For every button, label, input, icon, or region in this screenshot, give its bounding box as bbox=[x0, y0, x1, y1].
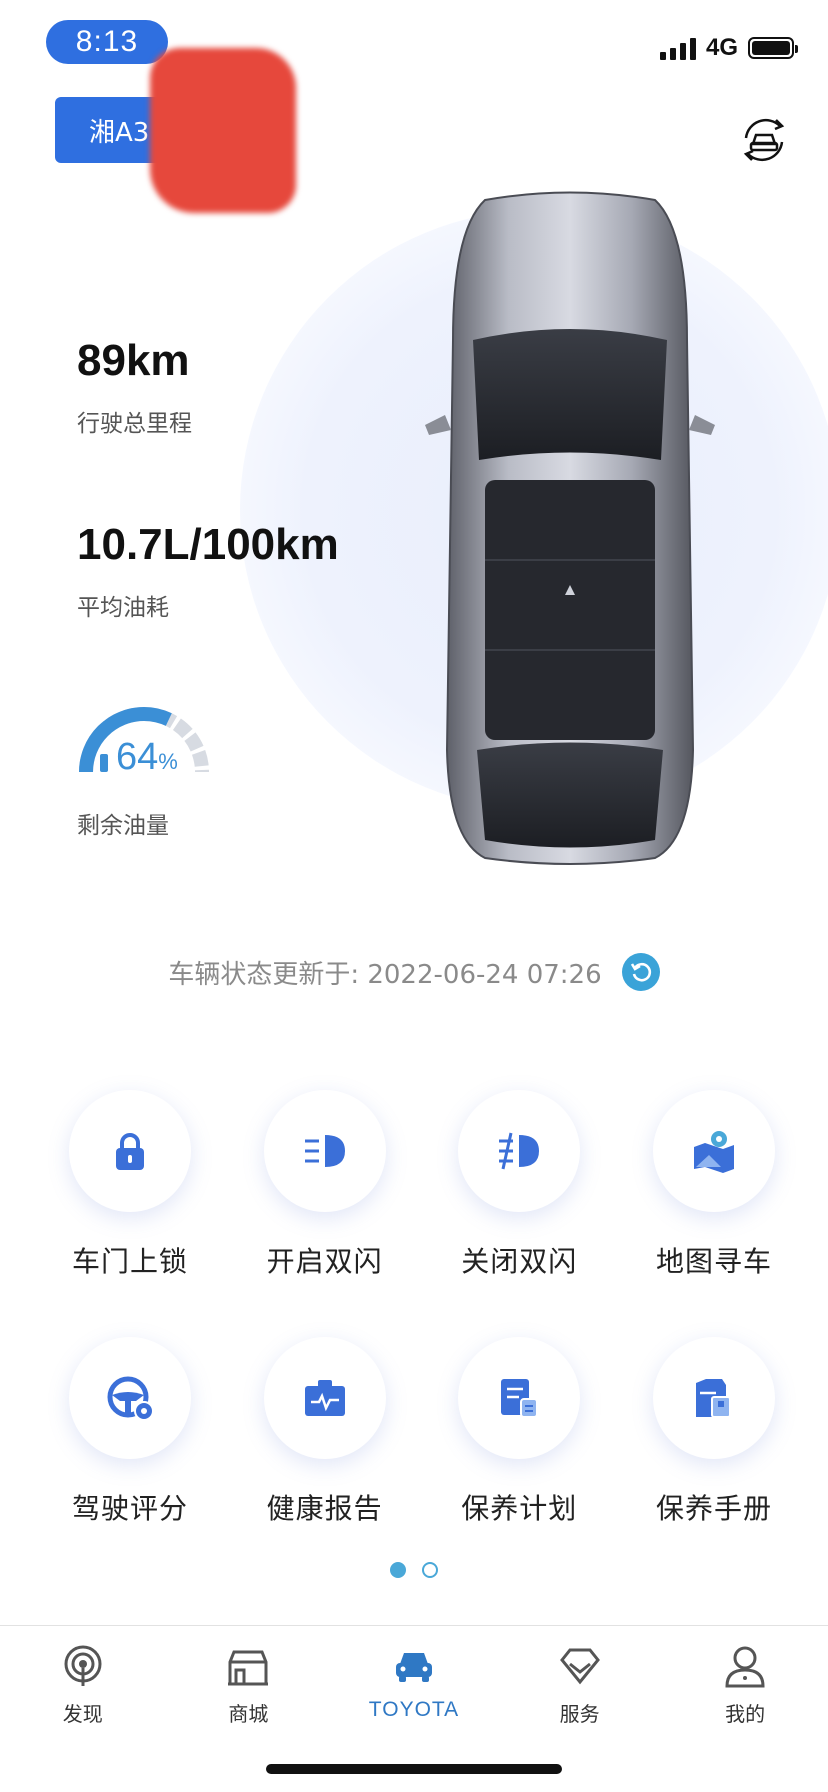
fuel-consumption-value: 10.7L/100km bbox=[77, 520, 339, 569]
health-report-icon bbox=[304, 1380, 345, 1416]
signal-icon bbox=[659, 36, 696, 60]
function-label: 驾驶评分 bbox=[71, 1492, 188, 1525]
bottom-tab-bar: 发现 商城 TOYOTA 服务 我的 bbox=[0, 1625, 828, 1746]
tab-label: 商城 bbox=[228, 1702, 269, 1726]
maintenance-plan-button[interactable]: 保养计划 bbox=[435, 1337, 603, 1527]
function-label: 车门上锁 bbox=[71, 1245, 188, 1278]
maintenance-manual-button[interactable]: 保养手册 bbox=[630, 1337, 798, 1527]
license-plate-text: 湘A3 bbox=[89, 117, 150, 148]
tab-label: 我的 bbox=[725, 1702, 766, 1726]
tab-label: 服务 bbox=[559, 1702, 600, 1726]
refresh-icon bbox=[630, 962, 651, 982]
function-label: 开启双闪 bbox=[266, 1245, 383, 1278]
function-label: 保养计划 bbox=[461, 1492, 578, 1525]
tab-profile[interactable]: 我的 bbox=[662, 1626, 828, 1746]
update-time-text: 车辆状态更新于: 2022-06-24 07:26 bbox=[168, 959, 602, 990]
update-status: 车辆状态更新于: 2022-06-24 07:26 bbox=[0, 953, 828, 991]
page-indicator bbox=[0, 1562, 828, 1578]
function-label: 地图寻车 bbox=[655, 1245, 772, 1278]
fuel-percent: 64% bbox=[116, 736, 178, 778]
map-pin-icon bbox=[693, 1131, 734, 1173]
health-report-button[interactable]: 健康报告 bbox=[241, 1337, 409, 1527]
car-icon bbox=[395, 1653, 432, 1682]
battery-icon bbox=[748, 37, 798, 59]
discover-icon bbox=[64, 1645, 102, 1686]
function-grid: 车门上锁 开启双闪 关闭双闪 地图寻车 驾驶评分 健康报告 保养计划 保养手册 bbox=[46, 1090, 798, 1584]
fuel-label: 剩余油量 bbox=[77, 813, 169, 839]
refresh-button[interactable] bbox=[621, 953, 660, 991]
page-dot-2[interactable] bbox=[422, 1562, 438, 1578]
tab-store[interactable]: 商城 bbox=[166, 1626, 332, 1746]
status-indicators: 4G bbox=[659, 34, 798, 62]
tab-label: 发现 bbox=[62, 1702, 103, 1726]
mileage-label: 行驶总里程 bbox=[77, 411, 192, 437]
service-diamond-icon bbox=[559, 1648, 600, 1685]
steering-wheel-icon bbox=[107, 1376, 154, 1421]
tab-service[interactable]: 服务 bbox=[497, 1626, 663, 1746]
profile-icon bbox=[725, 1646, 765, 1688]
function-label: 健康报告 bbox=[266, 1492, 383, 1525]
page-dot-1[interactable] bbox=[390, 1562, 406, 1578]
store-icon bbox=[228, 1650, 269, 1686]
maintenance-plan-icon bbox=[501, 1379, 539, 1418]
function-label: 保养手册 bbox=[655, 1492, 772, 1525]
maintenance-manual-icon bbox=[695, 1379, 731, 1418]
find-car-button[interactable]: 地图寻车 bbox=[630, 1090, 798, 1280]
network-type: 4G bbox=[705, 34, 738, 61]
redaction-mark bbox=[150, 48, 296, 213]
lock-doors-button[interactable]: 车门上锁 bbox=[46, 1090, 214, 1280]
fuel-pump-icon bbox=[100, 754, 108, 772]
lock-icon bbox=[116, 1133, 144, 1170]
mileage-value: 89km bbox=[77, 336, 190, 385]
fuel-consumption-label: 平均油耗 bbox=[77, 595, 169, 621]
tab-toyota[interactable]: TOYOTA bbox=[331, 1626, 497, 1746]
hazard-off-button[interactable]: 关闭双闪 bbox=[435, 1090, 603, 1280]
tab-label: TOYOTA bbox=[368, 1698, 460, 1721]
hazard-on-button[interactable]: 开启双闪 bbox=[241, 1090, 409, 1280]
function-label: 关闭双闪 bbox=[461, 1245, 578, 1278]
switch-vehicle-icon[interactable] bbox=[736, 112, 792, 168]
headlight-off-icon bbox=[499, 1132, 540, 1170]
home-indicator[interactable] bbox=[266, 1764, 562, 1774]
driving-score-button[interactable]: 驾驶评分 bbox=[46, 1337, 214, 1527]
tab-discover[interactable]: 发现 bbox=[0, 1626, 166, 1746]
headlight-on-icon bbox=[304, 1135, 345, 1167]
car-top-view-image bbox=[425, 191, 715, 865]
status-time: 8:13 bbox=[46, 20, 168, 64]
